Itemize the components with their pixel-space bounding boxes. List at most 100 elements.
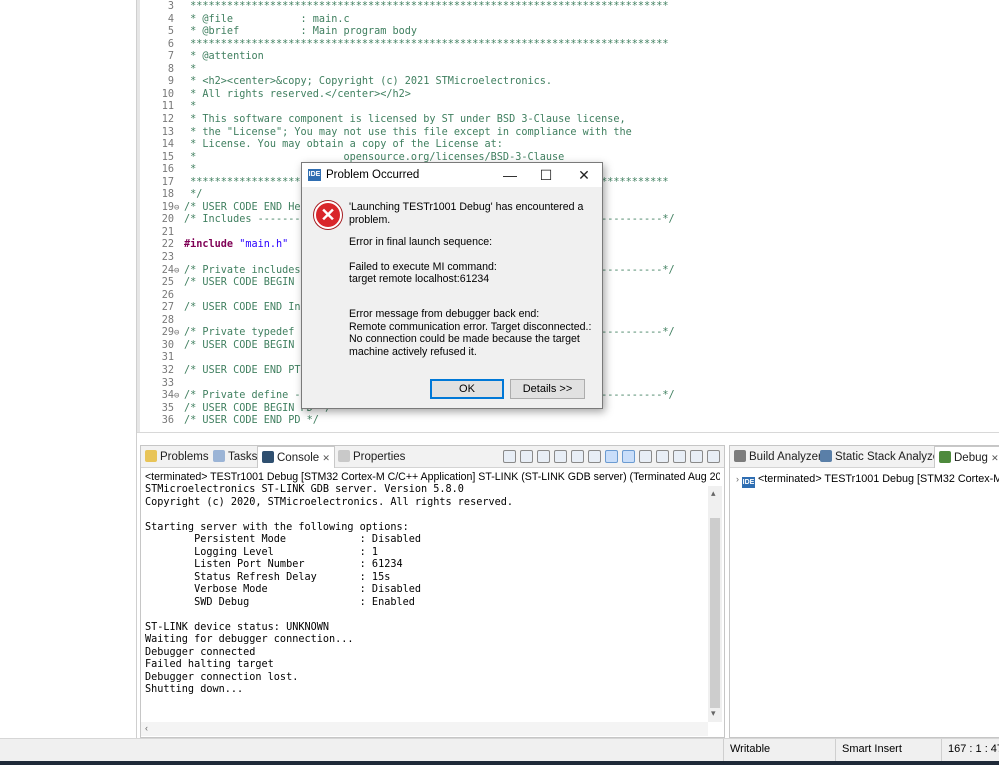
tab-problems[interactable]: Problems xyxy=(145,446,209,468)
tab-build-analyzer-label: Build Analyzer xyxy=(749,451,822,463)
code-text: ****************************************… xyxy=(184,38,669,52)
dialog-titlebar[interactable]: IDE Problem Occurred — ☐ ✕ xyxy=(302,163,602,187)
code-line[interactable]: 7 * @attention xyxy=(140,51,999,64)
remove-launch-icon[interactable] xyxy=(520,450,533,463)
ok-button[interactable]: OK xyxy=(430,379,504,399)
scroll-down-icon[interactable]: ▾ xyxy=(711,708,716,719)
minimize-icon[interactable]: — xyxy=(492,163,528,187)
tab-problems-label: Problems xyxy=(160,451,209,463)
close-icon[interactable]: ✕ xyxy=(566,163,602,187)
code-line[interactable]: 3 **************************************… xyxy=(140,1,999,14)
line-number: 28 xyxy=(161,314,174,326)
code-token: * @attention xyxy=(184,51,264,63)
show-on-stderr-icon[interactable] xyxy=(622,450,635,463)
tab-static-stack-label: Static Stack Analyzer xyxy=(835,451,944,463)
scroll-left-icon[interactable]: ‹ xyxy=(145,723,148,733)
code-line[interactable]: 5 * @brief : Main program body xyxy=(140,26,999,39)
console-output-line: STMicroelectronics ST-LINK GDB server. V… xyxy=(145,484,464,495)
code-token: * @file : main.c xyxy=(184,13,350,25)
error-line-launch: Error in final launch sequence: xyxy=(349,236,493,249)
code-text: * @brief : Main program body xyxy=(184,26,417,39)
line-number: 29 xyxy=(161,327,174,339)
tab-debug[interactable]: Debug ✕ xyxy=(934,446,999,468)
tab-properties[interactable]: Properties xyxy=(338,446,405,468)
code-line[interactable]: 13 * the "License"; You may not use this… xyxy=(140,127,999,140)
code-token: /* USER CODE END PD */ xyxy=(184,415,319,427)
code-line[interactable]: 11 * xyxy=(140,101,999,114)
details-button[interactable]: Details >> xyxy=(510,379,585,399)
console-scroll-thumb[interactable] xyxy=(710,518,720,708)
error-icon: ✕ xyxy=(314,201,342,229)
maximize-view-icon[interactable] xyxy=(707,450,720,463)
minimize-view-icon[interactable] xyxy=(690,450,703,463)
console-output-line: Status Refresh Delay : 15s xyxy=(145,571,391,583)
debug-tree-item[interactable]: › IDE <terminated> TESTr1001 Debug [STM3… xyxy=(736,470,999,488)
dialog-message: 'Launching TESTr1001 Debug' has encounte… xyxy=(349,201,599,358)
clear-console-icon[interactable] xyxy=(554,450,567,463)
tab-tasks[interactable]: Tasks xyxy=(213,446,257,468)
status-writable: Writable xyxy=(723,739,835,762)
console-output-line: Copyright (c) 2020, STMicroelectronics. … xyxy=(145,496,514,508)
tab-console[interactable]: Console ✕ xyxy=(257,446,335,468)
code-line[interactable]: 6 **************************************… xyxy=(140,39,999,52)
line-number: 25 xyxy=(161,277,174,289)
code-token: */ xyxy=(184,189,203,201)
fold-toggle-icon[interactable]: ⊖ xyxy=(174,265,184,278)
line-number: 14 xyxy=(161,139,174,151)
line-number: 7 xyxy=(167,51,174,63)
code-text: /* USER CODE END PD */ xyxy=(184,415,319,428)
console-output-line: ST-LINK device status: UNKNOWN xyxy=(145,621,330,633)
code-line[interactable]: 4 * @file : main.c xyxy=(140,14,999,27)
line-number: 32 xyxy=(161,364,174,376)
maximize-icon[interactable]: ☐ xyxy=(528,163,564,187)
editor-horizontal-scrollbar[interactable] xyxy=(137,432,999,444)
code-line[interactable]: 10 * All rights reserved.</center></h2> xyxy=(140,89,999,102)
console-output-line: Shutting down... xyxy=(145,684,244,695)
scroll-lock-icon[interactable] xyxy=(571,450,584,463)
code-text: * xyxy=(184,64,196,77)
code-token: ****************************************… xyxy=(184,38,669,50)
code-text: * <h2><center>&copy; Copyright (c) 2021 … xyxy=(184,76,552,89)
terminate-icon[interactable] xyxy=(503,450,516,463)
line-number: 27 xyxy=(161,302,174,314)
expand-chevron-icon[interactable]: › xyxy=(736,474,739,484)
console-output[interactable]: STMicroelectronics ST-LINK GDB server. V… xyxy=(145,484,705,714)
status-bar: Writable Smart Insert 167 : 1 : 4769 xyxy=(0,738,999,762)
line-number: 23 xyxy=(161,252,174,263)
code-line[interactable]: 8 * xyxy=(140,64,999,77)
console-output-line: Debugger connection lost. xyxy=(145,671,299,683)
code-line[interactable]: 9 * <h2><center>&copy; Copyright (c) 202… xyxy=(140,76,999,89)
tasks-icon xyxy=(213,450,225,462)
line-number: 17 xyxy=(161,176,174,188)
fold-toggle-icon[interactable]: ⊖ xyxy=(174,327,184,340)
debug-close-icon[interactable]: ✕ xyxy=(991,453,999,463)
line-number: 13 xyxy=(161,126,174,138)
console-output-line: Verbose Mode : Disabled xyxy=(145,584,422,595)
show-on-stdout-icon[interactable] xyxy=(605,450,618,463)
code-text: * @file : main.c xyxy=(184,13,350,27)
fold-toggle-icon[interactable]: ⊖ xyxy=(174,202,184,215)
console-output-line: Debugger connected xyxy=(145,646,256,658)
remove-all-icon[interactable] xyxy=(537,450,550,463)
debug-panel: Build Analyzer Static Stack Analyzer Deb… xyxy=(729,445,999,738)
tab-build-analyzer[interactable]: Build Analyzer xyxy=(734,446,822,468)
console-close-icon[interactable]: ✕ xyxy=(322,453,330,463)
console-horizontal-scrollbar[interactable]: ‹ xyxy=(141,722,708,736)
word-wrap-icon[interactable] xyxy=(588,450,601,463)
line-number: 12 xyxy=(161,113,174,125)
console-vertical-scrollbar[interactable]: ▴ ▾ xyxy=(708,486,722,722)
line-number: 20 xyxy=(161,214,174,226)
code-line[interactable]: 36 /* USER CODE END PD */ xyxy=(140,415,999,428)
fold-toggle-icon[interactable]: ⊖ xyxy=(174,390,184,403)
display-console-icon[interactable] xyxy=(656,450,669,463)
line-number: 30 xyxy=(161,339,174,351)
console-output-line: Persistent Mode : Disabled xyxy=(145,534,422,545)
new-console-icon[interactable] xyxy=(673,450,686,463)
pin-console-icon[interactable] xyxy=(639,450,652,463)
tab-static-stack-analyzer[interactable]: Static Stack Analyzer xyxy=(820,446,943,468)
code-line[interactable]: 12 * This software component is licensed… xyxy=(140,114,999,127)
console-status-line: <terminated> TESTr1001 Debug [STM32 Cort… xyxy=(145,471,720,483)
code-line[interactable]: 14 * License. You may obtain a copy of t… xyxy=(140,139,999,152)
scroll-up-icon[interactable]: ▴ xyxy=(711,488,716,499)
